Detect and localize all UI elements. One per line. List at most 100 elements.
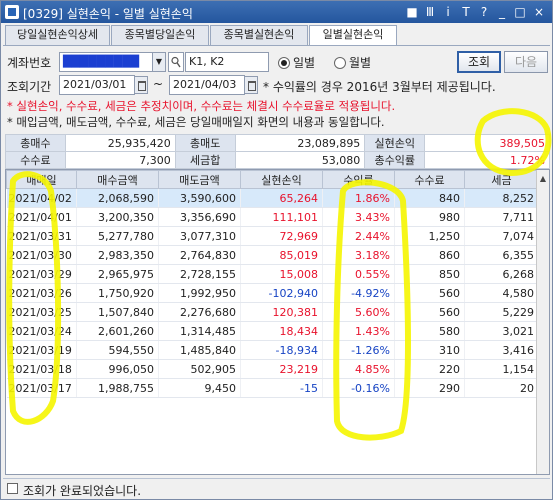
cell-tax: 6,268 [464, 264, 539, 284]
close-icon[interactable]: × [531, 4, 547, 20]
header-return-rate[interactable]: 수익률 [322, 170, 395, 189]
date-from-field[interactable]: 2021/03/01 [59, 75, 135, 95]
table-row[interactable]: 2021/03/31 5,277,780 3,077,310 72,969 2.44% 1… [6, 226, 539, 246]
cell-fee: 1,250 [394, 226, 465, 246]
header-tax[interactable]: 세금 [464, 170, 539, 189]
cell-return-rate: -4.92% [322, 283, 395, 303]
total-buy-label: 총매수 [5, 134, 66, 152]
cell-trade-date: 2021/04/02 [6, 188, 77, 208]
header-sell-amount[interactable]: 매도금액 [158, 170, 241, 189]
header-buy-amount[interactable]: 매수금액 [76, 170, 159, 189]
daily-realized-grid[interactable]: 매매일 매수금액 매도금액 실현손익 수익률 수수료 세금 2021/04/02… [5, 169, 550, 475]
search-button[interactable]: 조회 [457, 51, 501, 73]
status-icon [7, 483, 18, 494]
account-search-button[interactable] [168, 52, 184, 72]
cell-realized-pnl: -102,940 [240, 283, 323, 303]
date-to-field[interactable]: 2021/04/03 [169, 75, 245, 95]
layout-icon[interactable]: Ⅲ [422, 4, 438, 20]
cell-sell-amount: 3,590,600 [158, 188, 241, 208]
summary-table: 총매수 25,935,420 총매도 23,089,895 실현손익 389,5… [5, 134, 550, 169]
minimize-icon[interactable]: _ [494, 4, 510, 20]
window-title: [0329] 실현손익 - 일별 실현손익 [23, 7, 193, 21]
cell-sell-amount: 1,485,840 [158, 340, 241, 360]
cell-buy-amount: 996,050 [76, 359, 159, 379]
fee-value: 7,300 [64, 151, 176, 169]
cell-fee: 860 [394, 245, 465, 265]
cell-realized-pnl: 120,381 [240, 302, 323, 322]
status-bar: 조회가 완료되었습니다. [3, 478, 550, 498]
table-row[interactable]: 2021/03/18 996,050 502,905 23,219 4.85% 220 1,… [6, 359, 539, 379]
cell-sell-amount: 9,450 [158, 378, 241, 398]
cell-fee: 290 [394, 378, 465, 398]
radio-daily-label: 일별 [293, 56, 316, 70]
scroll-up-icon[interactable]: ▲ [537, 170, 549, 188]
table-row[interactable]: 2021/03/17 1,988,755 9,450 -15 -0.16% 290 20 [6, 378, 539, 398]
return-value: 1.72% [424, 151, 550, 169]
table-row[interactable]: 2021/03/30 2,983,350 2,764,830 85,019 3.18% 8… [6, 245, 539, 265]
vertical-scrollbar[interactable]: ▲ [536, 170, 549, 474]
account-label: 계좌번호 [7, 56, 52, 70]
cell-tax: 8,252 [464, 188, 539, 208]
realized-value: 389,505 [424, 134, 550, 152]
header-fee[interactable]: 수수료 [394, 170, 465, 189]
pin-icon[interactable]: ■ [404, 4, 420, 20]
tab-daily-realized[interactable]: 일별실현손익 [309, 25, 397, 46]
table-row[interactable]: 2021/03/19 594,550 1,485,840 -18,934 -1.26% 3… [6, 340, 539, 360]
table-row[interactable]: 2021/03/25 1,507,840 2,276,680 120,381 5.60%… [6, 302, 539, 322]
cell-trade-date: 2021/03/30 [6, 245, 77, 265]
cell-buy-amount: 2,601,260 [76, 321, 159, 341]
cell-sell-amount: 502,905 [158, 359, 241, 379]
realized-label: 실현손익 [364, 134, 426, 152]
cell-buy-amount: 1,507,840 [76, 302, 159, 322]
radio-monthly[interactable]: 월별 [334, 54, 371, 71]
cell-return-rate: 1.86% [322, 188, 395, 208]
account-number-field[interactable]: █████████ [59, 52, 153, 72]
radio-daily[interactable]: 일별 [278, 54, 315, 71]
tab-today-detail[interactable]: 당일실현손익상세 [5, 25, 110, 45]
cell-fee: 850 [394, 264, 465, 284]
calendar-from-icon[interactable] [134, 76, 148, 94]
cell-return-rate: -0.16% [322, 378, 395, 398]
app-icon [5, 5, 19, 19]
cell-sell-amount: 2,276,680 [158, 302, 241, 322]
cell-sell-amount: 3,077,310 [158, 226, 241, 246]
account-dropdown[interactable]: ▼ [152, 52, 166, 72]
info-icon[interactable]: i [440, 4, 456, 20]
cell-realized-pnl: 23,219 [240, 359, 323, 379]
fee-label: 수수료 [5, 151, 66, 169]
table-row[interactable]: 2021/04/02 2,068,590 3,590,600 65,264 1.86% 8… [6, 188, 539, 208]
tab-realized-by-stock[interactable]: 종목별실현손익 [210, 25, 308, 45]
table-row[interactable]: 2021/03/29 2,965,975 2,728,155 15,008 0.55% 8… [6, 264, 539, 284]
cell-realized-pnl: -18,934 [240, 340, 323, 360]
cell-trade-date: 2021/03/17 [6, 378, 77, 398]
cell-fee: 980 [394, 207, 465, 227]
table-row[interactable]: 2021/04/01 3,200,350 3,356,690 111,101 3.43%… [6, 207, 539, 227]
header-trade-date[interactable]: 매매일 [6, 170, 77, 189]
account-name-field: K1, K2 [185, 52, 269, 72]
table-row[interactable]: 2021/03/24 2,601,260 1,314,485 18,434 1.43% 5… [6, 321, 539, 341]
cell-realized-pnl: 15,008 [240, 264, 323, 284]
cell-trade-date: 2021/03/24 [6, 321, 77, 341]
cell-buy-amount: 2,983,350 [76, 245, 159, 265]
cell-realized-pnl: 111,101 [240, 207, 323, 227]
header-realized-pnl[interactable]: 실현손익 [240, 170, 323, 189]
next-button[interactable]: 다음 [504, 51, 548, 73]
maximize-icon[interactable]: □ [512, 4, 528, 20]
cell-buy-amount: 1,988,755 [76, 378, 159, 398]
cell-tax: 20 [464, 378, 539, 398]
help-icon[interactable]: ? [476, 4, 492, 20]
tab-today-by-stock[interactable]: 종목별당일손익 [111, 25, 209, 45]
font-icon[interactable]: T [458, 4, 474, 20]
tax-value: 53,080 [234, 151, 366, 169]
table-row[interactable]: 2021/03/26 1,750,920 1,992,950 -102,940 -4.9… [6, 283, 539, 303]
cell-fee: 840 [394, 188, 465, 208]
cell-buy-amount: 3,200,350 [76, 207, 159, 227]
grid-body: 2021/04/02 2,068,590 3,590,600 65,264 1.86% 8… [6, 188, 539, 398]
cell-sell-amount: 2,728,155 [158, 264, 241, 284]
calendar-to-icon[interactable] [244, 76, 258, 94]
cell-fee: 220 [394, 359, 465, 379]
cell-tax: 7,074 [464, 226, 539, 246]
period-label: 조회기간 [7, 80, 52, 94]
title-bar[interactable]: [0329] 실현손익 - 일별 실현손익 ■ Ⅲ i T ? _ □ × [1, 1, 552, 23]
tax-label: 세금합 [174, 151, 236, 169]
